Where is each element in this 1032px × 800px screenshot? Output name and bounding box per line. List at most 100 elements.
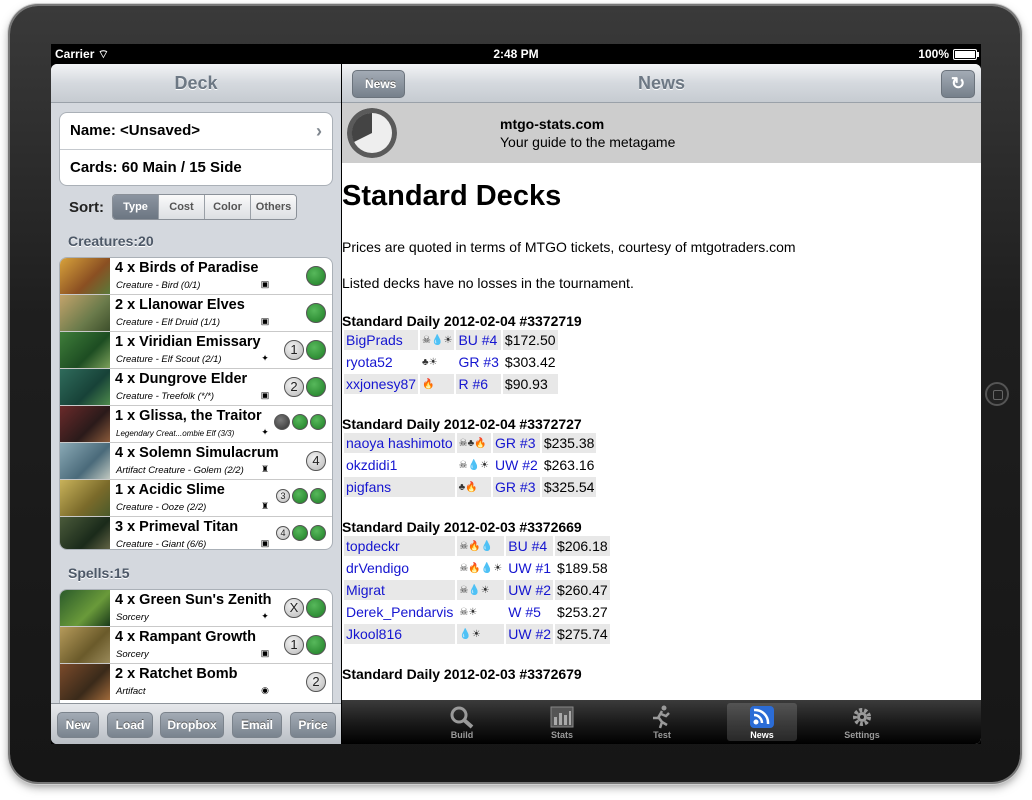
archetype-link[interactable]: UW #2 xyxy=(508,626,551,642)
deck-price: $172.50 xyxy=(502,330,558,350)
set-symbol-icon: ▣ xyxy=(260,390,270,400)
archetype-link[interactable]: W #5 xyxy=(508,604,541,620)
archetype-link[interactable]: GR #3 xyxy=(495,435,535,451)
card-row[interactable]: 4 x Rampant Growth Sorcery ▣ 1 xyxy=(60,626,332,663)
sort-type-button[interactable]: Type xyxy=(113,195,158,219)
dropbox-button[interactable]: Dropbox xyxy=(160,712,224,738)
card-row[interactable]: 1 x Viridian Emissary Creature - Elf Sco… xyxy=(60,331,332,368)
battery-icon xyxy=(953,48,979,60)
archetype-link[interactable]: GR #3 xyxy=(458,354,498,370)
table-row: Jkool816 💧☀ UW #2 $275.74 xyxy=(344,624,610,644)
refresh-icon[interactable]: ↻ xyxy=(941,70,975,98)
status-bar: Carrier ⌔ 2:48 PM 100% xyxy=(51,44,981,64)
site-name: mtgo-stats.com xyxy=(500,116,605,132)
player-link[interactable]: Jkool816 xyxy=(346,626,402,642)
player-link[interactable]: BigPrads xyxy=(346,332,403,348)
runner-icon xyxy=(653,705,670,729)
archetype-link[interactable]: GR #3 xyxy=(495,479,535,495)
clock: 2:48 PM xyxy=(493,47,539,61)
page-heading: Standard Decks xyxy=(342,180,562,212)
card-name: 3 x Primeval Titan xyxy=(115,519,239,535)
archetype-link[interactable]: BU #4 xyxy=(458,332,497,348)
generic-mana-icon: 2 xyxy=(284,377,304,397)
archetype-link[interactable]: UW #2 xyxy=(508,582,551,598)
card-row[interactable]: 4 x Dungrove Elder Creature - Treefolk (… xyxy=(60,368,332,405)
color-symbols: ♣🔥 xyxy=(456,477,492,497)
player-link[interactable]: pigfans xyxy=(346,479,391,495)
tab-news[interactable]: News xyxy=(727,703,797,741)
set-symbol-icon: ✦ xyxy=(261,427,269,437)
player-link[interactable]: drVendigo xyxy=(346,560,409,576)
card-row[interactable]: 2 x Ratchet Bomb Artifact ◉ 2 xyxy=(60,663,332,700)
home-button[interactable] xyxy=(985,382,1009,406)
player-link[interactable]: okzdidi1 xyxy=(346,457,397,473)
player-link[interactable]: xxjonesy87 xyxy=(346,376,416,392)
mana-cost: 3 xyxy=(276,488,326,504)
generic-mana-icon: 4 xyxy=(276,526,290,540)
set-symbol-icon: ♜ xyxy=(260,501,270,511)
tab-stats[interactable]: Stats xyxy=(527,703,597,741)
card-type: Artifact Creature - Golem (2/2) xyxy=(116,465,244,476)
card-art xyxy=(60,332,110,368)
player-link[interactable]: topdeckr xyxy=(346,538,400,554)
card-type: Legendary Creat...ombie Elf (3/3) xyxy=(116,429,235,438)
results-table: BigPrads ☠💧☀ BU #4 $172.50 ryota52 ♣☀ GR #3 $3… xyxy=(342,328,560,396)
color-symbols: ☠💧☀ xyxy=(458,459,490,471)
player-link[interactable]: ryota52 xyxy=(346,354,393,370)
card-art xyxy=(60,590,110,626)
battery-status: 100% xyxy=(918,47,979,61)
deck-price: $90.93 xyxy=(502,374,558,394)
card-row[interactable]: 2 x Llanowar Elves Creature - Elf Druid … xyxy=(60,294,332,331)
player-link[interactable]: Migrat xyxy=(346,582,385,598)
new-button[interactable]: New xyxy=(57,712,99,738)
mana-cost xyxy=(306,303,326,323)
tab-label: Test xyxy=(653,730,671,740)
player-link[interactable]: naoya hashimoto xyxy=(346,435,453,451)
card-row[interactable]: 1 x Glissa, the Traitor Legendary Creat.… xyxy=(60,405,332,442)
card-row[interactable]: 4 x Birds of Paradise Creature - Bird (0… xyxy=(60,258,332,294)
sort-cost-button[interactable]: Cost xyxy=(158,195,204,219)
table-row: drVendigo ☠🔥💧☀ UW #1 $189.58 xyxy=(344,558,610,578)
archetype-link[interactable]: UW #2 xyxy=(495,457,538,473)
green-mana-icon xyxy=(310,488,326,504)
archetype-link[interactable]: UW #1 xyxy=(508,560,551,576)
color-symbols: ☠🔥💧☀ xyxy=(459,562,503,574)
green-mana-icon xyxy=(310,525,326,541)
card-row[interactable]: 3 x Primeval Titan Creature - Giant (6/6… xyxy=(60,516,332,549)
load-button[interactable]: Load xyxy=(107,712,153,738)
card-name: 1 x Viridian Emissary xyxy=(115,334,261,350)
card-name: 4 x Birds of Paradise xyxy=(115,260,259,276)
pie-logo-icon xyxy=(347,108,397,158)
email-button[interactable]: Email xyxy=(232,712,282,738)
set-symbol-icon: ▣ xyxy=(260,279,270,289)
card-art xyxy=(60,258,110,294)
generic-mana-icon: 4 xyxy=(306,451,326,471)
deck-panel: Deck Name: <Unsaved> › Cards: 60 Main / 1… xyxy=(51,64,341,744)
player-link[interactable]: Derek_Pendarvis xyxy=(346,604,453,620)
sort-others-button[interactable]: Others xyxy=(250,195,296,219)
tab-test[interactable]: Test xyxy=(627,703,697,741)
archetype-link[interactable]: R #6 xyxy=(458,376,488,392)
sort-label: Sort: xyxy=(69,198,104,216)
tab-settings[interactable]: Settings xyxy=(827,703,897,741)
card-row[interactable]: 4 x Green Sun's Zenith Sorcery ✦ X xyxy=(60,590,332,626)
event-title: Standard Daily 2012-02-03 #3372679 xyxy=(342,666,582,682)
deck-price: $235.38 xyxy=(541,433,597,453)
table-row: okzdidi1 ☠💧☀ UW #2 $263.16 xyxy=(344,455,596,475)
back-button[interactable]: News xyxy=(352,70,406,98)
green-mana-icon xyxy=(306,340,326,360)
table-row: Derek_Pendarvis ☠☀ W #5 $253.27 xyxy=(344,602,610,622)
deck-price: $263.16 xyxy=(543,457,595,473)
deck-name-row[interactable]: Name: <Unsaved> › xyxy=(60,113,332,149)
card-row[interactable]: 1 x Acidic Slime Creature - Ooze (2/2) ♜… xyxy=(60,479,332,516)
card-type: Creature - Elf Druid (1/1) xyxy=(116,317,221,328)
set-symbol-icon: ▣ xyxy=(260,648,270,658)
sort-bar: Sort: Type Cost Color Others xyxy=(69,194,297,220)
price-button[interactable]: Price xyxy=(290,712,336,738)
sort-color-button[interactable]: Color xyxy=(204,195,250,219)
tab-build[interactable]: Build xyxy=(427,703,497,741)
card-row[interactable]: 4 x Solemn Simulacrum Artifact Creature … xyxy=(60,442,332,479)
archetype-link[interactable]: BU #4 xyxy=(508,538,547,554)
mana-cost xyxy=(306,266,326,286)
deck-price: $253.27 xyxy=(557,604,608,620)
